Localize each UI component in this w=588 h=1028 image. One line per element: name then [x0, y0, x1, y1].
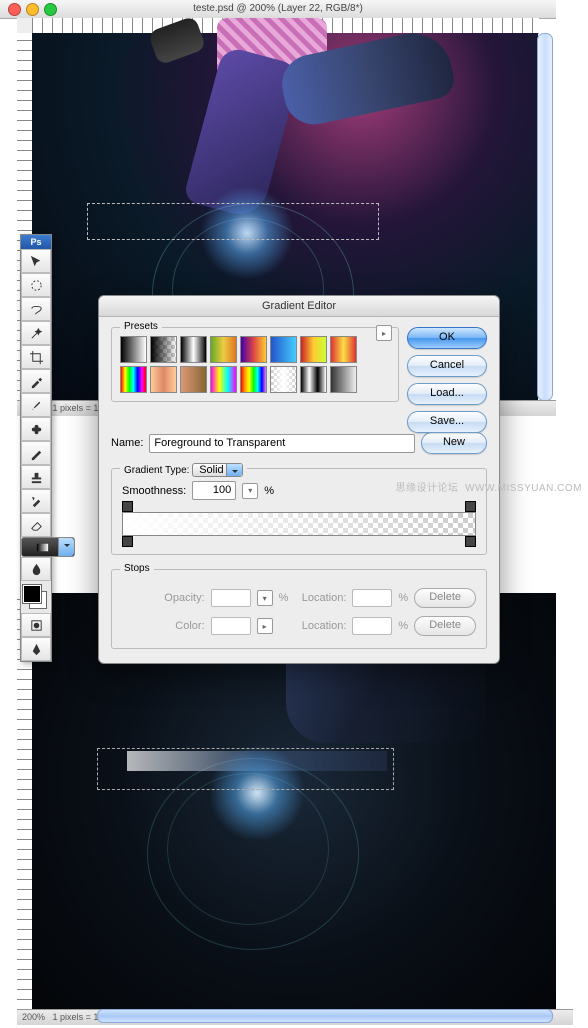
brush-tool-icon[interactable] [21, 393, 51, 417]
selection-marquee[interactable] [87, 203, 379, 240]
foreground-swatch[interactable] [23, 585, 41, 603]
pencil-tool-icon[interactable] [21, 441, 51, 465]
color-picker-icon[interactable]: ▸ [257, 618, 273, 634]
gradient-preset[interactable] [210, 366, 237, 393]
delete-button[interactable]: Delete [414, 616, 476, 636]
location-label: Location: [294, 592, 346, 604]
window-title: teste.psd @ 200% (Layer 22, RGB/8*) [193, 3, 363, 14]
location-label: Location: [294, 620, 346, 632]
traffic-lights [8, 3, 57, 16]
gradient-preset[interactable] [240, 366, 267, 393]
presets-label: Presets [120, 321, 162, 332]
stamp-tool-icon[interactable] [21, 465, 51, 489]
presets-group: Presets ▸ [111, 327, 399, 402]
gradient-preset[interactable] [240, 336, 267, 363]
location-field[interactable] [352, 617, 392, 635]
gradient-preset[interactable] [180, 366, 207, 393]
name-field[interactable]: Foreground to Transparent [149, 434, 415, 453]
new-button[interactable]: New [421, 432, 487, 454]
gradient-bar[interactable] [122, 512, 476, 536]
healing-tool-icon[interactable] [21, 417, 51, 441]
watermark: 思缘设计论坛 WWW.MISSYUAN.COM [396, 479, 582, 494]
type-select[interactable]: Solid [192, 463, 242, 477]
gradient-preset[interactable] [300, 366, 327, 393]
gradient-preset[interactable] [270, 366, 297, 393]
crop-tool-icon[interactable] [21, 345, 51, 369]
save-button[interactable]: Save... [407, 411, 487, 433]
gradient-preset[interactable] [120, 366, 147, 393]
dialog-title[interactable]: Gradient Editor [99, 296, 499, 317]
move-tool-icon[interactable] [21, 249, 51, 273]
gradient-preset[interactable] [180, 336, 207, 363]
lasso-tool-icon[interactable] [21, 297, 51, 321]
color-label: Color: [153, 620, 205, 632]
color-swatches[interactable] [21, 583, 49, 611]
tools-panel[interactable]: Ps [20, 234, 52, 662]
minimize-icon[interactable] [26, 3, 39, 16]
eraser-tool-icon[interactable] [21, 513, 51, 537]
ruler-corner [17, 18, 33, 34]
stops-label: Stops [120, 563, 154, 574]
percent-label: % [398, 592, 408, 604]
close-icon[interactable] [8, 3, 21, 16]
type-label: Gradient Type: [124, 465, 189, 476]
marquee-tool-icon[interactable] [21, 273, 51, 297]
eyedropper-tool-icon[interactable] [21, 369, 51, 393]
percent-label: % [398, 620, 408, 632]
gradient-preset[interactable] [330, 336, 357, 363]
dialog-buttons: OK Cancel Load... Save... [407, 327, 487, 433]
stops-group: Stops Opacity: ▾ % Location: % Delete Co… [111, 569, 487, 649]
presets-menu-icon[interactable]: ▸ [376, 325, 392, 341]
tools-header: Ps [21, 235, 51, 249]
opacity-stepper-icon[interactable]: ▾ [257, 590, 273, 606]
gradient-preset[interactable] [150, 366, 177, 393]
gradient-preset[interactable] [150, 336, 177, 363]
color-stop[interactable] [122, 536, 133, 547]
opacity-label: Opacity: [153, 592, 205, 604]
percent-label: % [264, 485, 274, 497]
smoothness-label: Smoothness: [122, 485, 186, 497]
opacity-field[interactable] [211, 589, 251, 607]
gradient-preset[interactable] [120, 336, 147, 363]
gradient-preset[interactable] [300, 336, 327, 363]
pen-tool-icon[interactable] [21, 637, 51, 661]
blur-tool-icon[interactable] [21, 557, 51, 581]
gradient-preset[interactable] [270, 336, 297, 363]
gradient-preset[interactable] [210, 336, 237, 363]
color-stop[interactable] [465, 536, 476, 547]
quickmask-icon[interactable] [21, 613, 51, 637]
preset-grid [120, 336, 375, 393]
name-label: Name: [111, 437, 143, 449]
color-field[interactable] [211, 617, 251, 635]
smoothness-field[interactable]: 100 [192, 481, 236, 500]
percent-label: % [279, 592, 289, 604]
cancel-button[interactable]: Cancel [407, 355, 487, 377]
scrollbar-horizontal[interactable] [97, 1009, 553, 1023]
opacity-stop[interactable] [122, 501, 133, 512]
opacity-stop[interactable] [465, 501, 476, 512]
wand-tool-icon[interactable] [21, 321, 51, 345]
status-bar: 200% 1 pixels = 1.0000 pi [17, 1009, 573, 1025]
gradient-tool-icon[interactable] [21, 537, 75, 557]
zoom-icon[interactable] [44, 3, 57, 16]
zoom-level[interactable]: 200% [22, 1012, 45, 1022]
titlebar[interactable]: teste.psd @ 200% (Layer 22, RGB/8*) [0, 0, 556, 19]
smoothness-stepper-icon[interactable]: ▾ [242, 483, 258, 499]
load-button[interactable]: Load... [407, 383, 487, 405]
delete-button[interactable]: Delete [414, 588, 476, 608]
scrollbar-vertical[interactable] [537, 33, 553, 401]
ok-button[interactable]: OK [407, 327, 487, 349]
selection-marquee[interactable] [97, 748, 394, 790]
gradient-preset[interactable] [330, 366, 357, 393]
history-brush-icon[interactable] [21, 489, 51, 513]
location-field[interactable] [352, 589, 392, 607]
